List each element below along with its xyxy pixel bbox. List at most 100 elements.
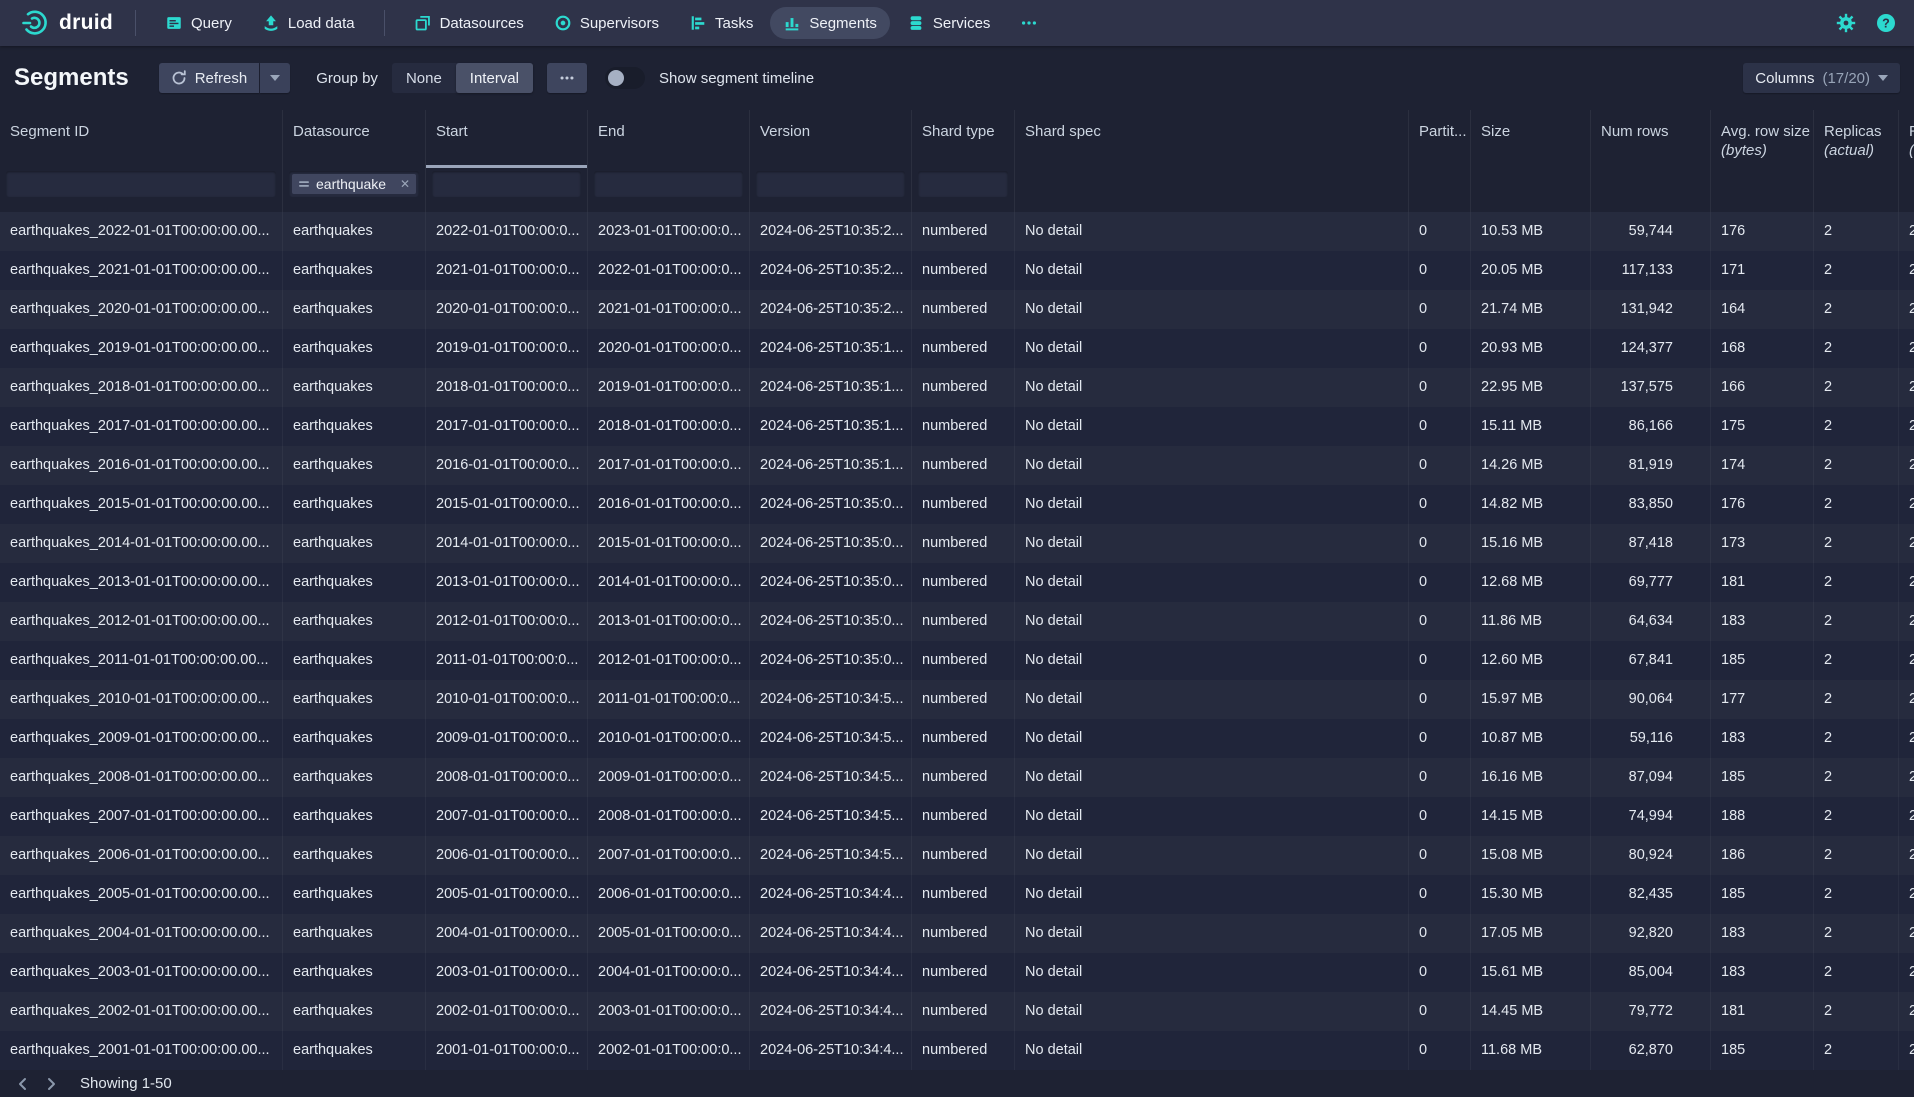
- chevron-right-icon: [44, 1077, 58, 1091]
- column-header-size[interactable]: Size: [1471, 110, 1591, 168]
- cell-partition: 0: [1409, 446, 1471, 485]
- column-header-version[interactable]: Version: [750, 110, 912, 168]
- table-row[interactable]: earthquakes_2004-01-01T00:00:00.00... ea…: [0, 914, 1914, 953]
- cell-avg-row-size: 185: [1711, 758, 1814, 797]
- cell-size: 22.95 MB: [1471, 368, 1591, 407]
- cell-end: 2004-01-01T00:00:0...: [588, 953, 750, 992]
- cell-shard-type: numbered: [912, 914, 1015, 953]
- help-button[interactable]: ?: [1876, 13, 1896, 33]
- column-header-start[interactable]: Start: [426, 110, 588, 168]
- table-row[interactable]: earthquakes_2015-01-01T00:00:00.00... ea…: [0, 485, 1914, 524]
- table-row[interactable]: earthquakes_2009-01-01T00:00:00.00... ea…: [0, 719, 1914, 758]
- column-header-shard-spec[interactable]: Shard spec: [1015, 110, 1409, 168]
- table-row[interactable]: earthquakes_2011-01-01T00:00:00.00... ea…: [0, 641, 1914, 680]
- cell-shard-spec: No detail: [1015, 1031, 1409, 1070]
- nav-item-load-data[interactable]: Load data: [249, 7, 368, 39]
- filter-input-end[interactable]: [594, 171, 743, 197]
- nav-item-services[interactable]: Services: [894, 7, 1004, 39]
- cell-shard-spec: No detail: [1015, 680, 1409, 719]
- cell-size: 15.11 MB: [1471, 407, 1591, 446]
- refresh-button[interactable]: Refresh: [159, 63, 260, 93]
- more-menu-button[interactable]: [1007, 7, 1051, 39]
- druid-logo[interactable]: druid: [14, 8, 119, 38]
- table-row[interactable]: earthquakes_2006-01-01T00:00:00.00... ea…: [0, 836, 1914, 875]
- table-row[interactable]: earthquakes_2013-01-01T00:00:00.00... ea…: [0, 563, 1914, 602]
- table-row[interactable]: earthquakes_2020-01-01T00:00:00.00... ea…: [0, 290, 1914, 329]
- nav-item-query[interactable]: Query: [152, 7, 245, 39]
- cell-segment-id: earthquakes_2022-01-01T00:00:00.00...: [0, 212, 283, 251]
- cell-avg-row-size: 183: [1711, 914, 1814, 953]
- cell-shard-spec: No detail: [1015, 602, 1409, 641]
- filter-input-datasource[interactable]: earthquake ✕: [289, 171, 419, 197]
- cell-version: 2024-06-25T10:35:0...: [750, 641, 912, 680]
- columns-button[interactable]: Columns (17/20): [1743, 63, 1900, 93]
- column-header-end[interactable]: End: [588, 110, 750, 168]
- cell-segment-id: earthquakes_2014-01-01T00:00:00.00...: [0, 524, 283, 563]
- cell-num-rows: 92,820: [1591, 914, 1711, 953]
- chevron-left-icon: [16, 1077, 30, 1091]
- cell-version: 2024-06-25T10:34:5...: [750, 719, 912, 758]
- table-row[interactable]: earthquakes_2016-01-01T00:00:00.00... ea…: [0, 446, 1914, 485]
- cell-avg-row-size: 188: [1711, 797, 1814, 836]
- remove-filter-icon[interactable]: ✕: [400, 177, 410, 191]
- group-by-interval-button[interactable]: Interval: [456, 63, 533, 93]
- cell-partition: 0: [1409, 329, 1471, 368]
- table-row[interactable]: earthquakes_2018-01-01T00:00:00.00... ea…: [0, 368, 1914, 407]
- nav-item-tasks[interactable]: Tasks: [676, 7, 766, 39]
- table-row[interactable]: earthquakes_2001-01-01T00:00:00.00... ea…: [0, 1031, 1914, 1070]
- settings-button[interactable]: [1836, 13, 1856, 33]
- table-row[interactable]: earthquakes_2014-01-01T00:00:00.00... ea…: [0, 524, 1914, 563]
- table-body: earthquakes_2022-01-01T00:00:00.00... ea…: [0, 212, 1914, 1070]
- toolbar-more-button[interactable]: [547, 63, 587, 93]
- table-row[interactable]: earthquakes_2008-01-01T00:00:00.00... ea…: [0, 758, 1914, 797]
- table-row[interactable]: earthquakes_2022-01-01T00:00:00.00... ea…: [0, 212, 1914, 251]
- filter-input-version[interactable]: [756, 171, 905, 197]
- cell-segment-id: earthquakes_2019-01-01T00:00:00.00...: [0, 329, 283, 368]
- table-row[interactable]: earthquakes_2003-01-01T00:00:00.00... ea…: [0, 953, 1914, 992]
- cell-replicas: 2: [1814, 953, 1899, 992]
- cell-partition: 0: [1409, 797, 1471, 836]
- table-row[interactable]: earthquakes_2017-01-01T00:00:00.00... ea…: [0, 407, 1914, 446]
- cell-datasource: earthquakes: [283, 1031, 426, 1070]
- nav-item-supervisors[interactable]: Supervisors: [541, 7, 672, 39]
- group-by-none-button[interactable]: None: [392, 63, 456, 93]
- column-header-segment-id[interactable]: Segment ID: [0, 110, 283, 168]
- cell-start: 2008-01-01T00:00:0...: [426, 758, 588, 797]
- cell-shard-type: numbered: [912, 836, 1015, 875]
- table-row[interactable]: earthquakes_2007-01-01T00:00:00.00... ea…: [0, 797, 1914, 836]
- table-row[interactable]: earthquakes_2010-01-01T00:00:00.00... ea…: [0, 680, 1914, 719]
- cell-partition: 0: [1409, 758, 1471, 797]
- nav-item-segments[interactable]: Segments: [770, 7, 890, 39]
- filter-input-segment-id[interactable]: [6, 171, 276, 197]
- refresh-caret-button[interactable]: [260, 63, 290, 93]
- caret-down-icon: [1878, 75, 1888, 81]
- datasources-icon: [414, 14, 432, 32]
- table-row[interactable]: earthquakes_2002-01-01T00:00:00.00... ea…: [0, 992, 1914, 1031]
- table-row[interactable]: earthquakes_2005-01-01T00:00:00.00... ea…: [0, 875, 1914, 914]
- cell-shard-spec: No detail: [1015, 719, 1409, 758]
- filter-input-start[interactable]: [432, 171, 581, 197]
- column-header-num-rows[interactable]: Num rows: [1591, 110, 1711, 168]
- column-header-partition[interactable]: Partit...: [1409, 110, 1471, 168]
- cell-replicas: 2: [1814, 680, 1899, 719]
- cell-end: 2002-01-01T00:00:0...: [588, 1031, 750, 1070]
- table-row[interactable]: earthquakes_2021-01-01T00:00:00.00... ea…: [0, 251, 1914, 290]
- column-header-avg-row-size[interactable]: Avg. row size(bytes): [1711, 110, 1814, 168]
- segment-timeline-toggle[interactable]: [605, 67, 645, 89]
- cell-size: 14.45 MB: [1471, 992, 1591, 1031]
- filter-input-shard-type[interactable]: [918, 171, 1008, 197]
- column-header-replicas[interactable]: Replicas(actual): [1814, 110, 1899, 168]
- cell-num-rows: 131,942: [1591, 290, 1711, 329]
- column-header-datasource[interactable]: Datasource: [283, 110, 426, 168]
- pagination-prev-button[interactable]: [10, 1072, 36, 1096]
- nav-item-datasources[interactable]: Datasources: [401, 7, 537, 39]
- column-header-replication-factor[interactable]: R(: [1899, 110, 1914, 168]
- datasource-filter-tag[interactable]: earthquake ✕: [292, 174, 416, 194]
- pagination-next-button[interactable]: [38, 1072, 64, 1096]
- toolbar: Segments Refresh Group by None Interval …: [0, 46, 1914, 110]
- table-row[interactable]: earthquakes_2019-01-01T00:00:00.00... ea…: [0, 329, 1914, 368]
- filter-equals-icon: [298, 178, 310, 190]
- cell-version: 2024-06-25T10:35:1...: [750, 329, 912, 368]
- table-row[interactable]: earthquakes_2012-01-01T00:00:00.00... ea…: [0, 602, 1914, 641]
- column-header-shard-type[interactable]: Shard type: [912, 110, 1015, 168]
